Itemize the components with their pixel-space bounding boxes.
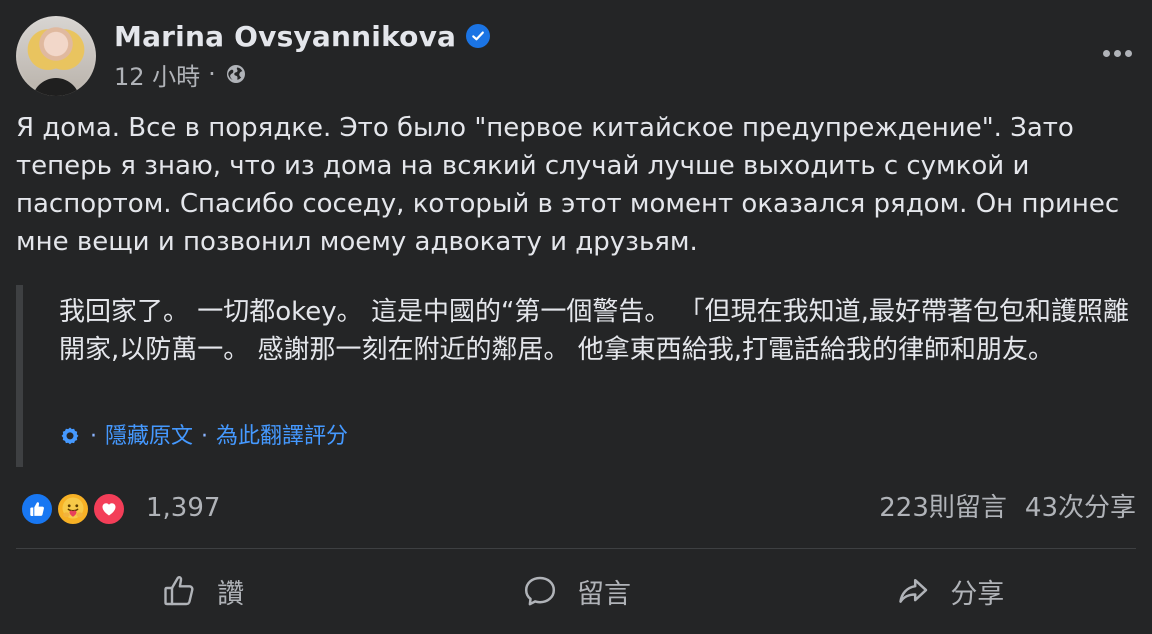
reaction-icons[interactable]	[20, 490, 138, 528]
comment-label: 留言	[576, 578, 631, 610]
gear-icon[interactable]	[58, 425, 82, 449]
love-reaction-icon	[92, 492, 126, 526]
post-actions: 讚 留言 分享	[16, 556, 1136, 626]
share-icon	[894, 572, 932, 610]
translated-text: 我回家了。 一切都okey。 這是中國的“第一個警告。 「但現在我知道,最好帶著…	[59, 297, 1129, 365]
translation-separator-1: ·	[90, 424, 97, 449]
translation-block: 我回家了。 一切都okey。 這是中國的“第一個警告。 「但現在我知道,最好帶著…	[16, 285, 1133, 467]
reaction-count[interactable]: 1,397	[146, 491, 220, 525]
post-meta: 12 小時 ·	[114, 60, 248, 91]
meta-separator: ·	[208, 60, 216, 88]
share-label: 分享	[950, 578, 1005, 610]
author-name[interactable]: Marina Ovsyannikova	[114, 20, 456, 53]
author-avatar[interactable]	[16, 16, 96, 96]
more-options-icon	[1102, 49, 1110, 57]
comment-button[interactable]: 留言	[389, 556, 762, 626]
verified-badge-icon	[466, 24, 491, 48]
rate-translation-link[interactable]: 為此翻譯評分	[216, 423, 348, 451]
facebook-post: Marina Ovsyannikova 12 小時 · Я дома. Все …	[0, 0, 1152, 634]
comments-count[interactable]: 223則留言	[879, 491, 1007, 525]
like-label: 讚	[217, 578, 245, 610]
translation-separator-2: ·	[201, 424, 209, 449]
like-reaction-icon	[20, 492, 54, 526]
more-options-icon	[1124, 49, 1132, 57]
avatar-shirt	[32, 78, 80, 96]
thumbs-up-icon	[161, 572, 199, 610]
like-button[interactable]: 讚	[16, 556, 389, 626]
translation-tools: · 隱藏原文 · 為此翻譯評分	[58, 423, 348, 451]
care-reaction-icon	[56, 492, 90, 526]
more-options-button[interactable]	[1098, 34, 1136, 72]
comment-icon	[521, 572, 559, 610]
author-name-row: Marina Ovsyannikova	[114, 18, 491, 54]
engagement-counts: 223則留言 43次分享	[879, 491, 1136, 525]
hide-original-link[interactable]: 隱藏原文	[105, 423, 193, 451]
more-options-icon	[1113, 49, 1121, 57]
reaction-summary-bar: 1,397 223則留言 43次分享	[16, 484, 1136, 532]
actions-divider	[16, 548, 1136, 549]
shares-count[interactable]: 43次分享	[1025, 491, 1136, 525]
post-body-text: Я дома. Все в порядке. Это было "первое …	[16, 113, 1120, 257]
globe-icon[interactable]	[224, 62, 248, 86]
post-timestamp[interactable]: 12 小時	[114, 57, 200, 92]
share-button[interactable]: 分享	[763, 556, 1136, 626]
post-header: Marina Ovsyannikova 12 小時 ·	[16, 16, 1136, 98]
